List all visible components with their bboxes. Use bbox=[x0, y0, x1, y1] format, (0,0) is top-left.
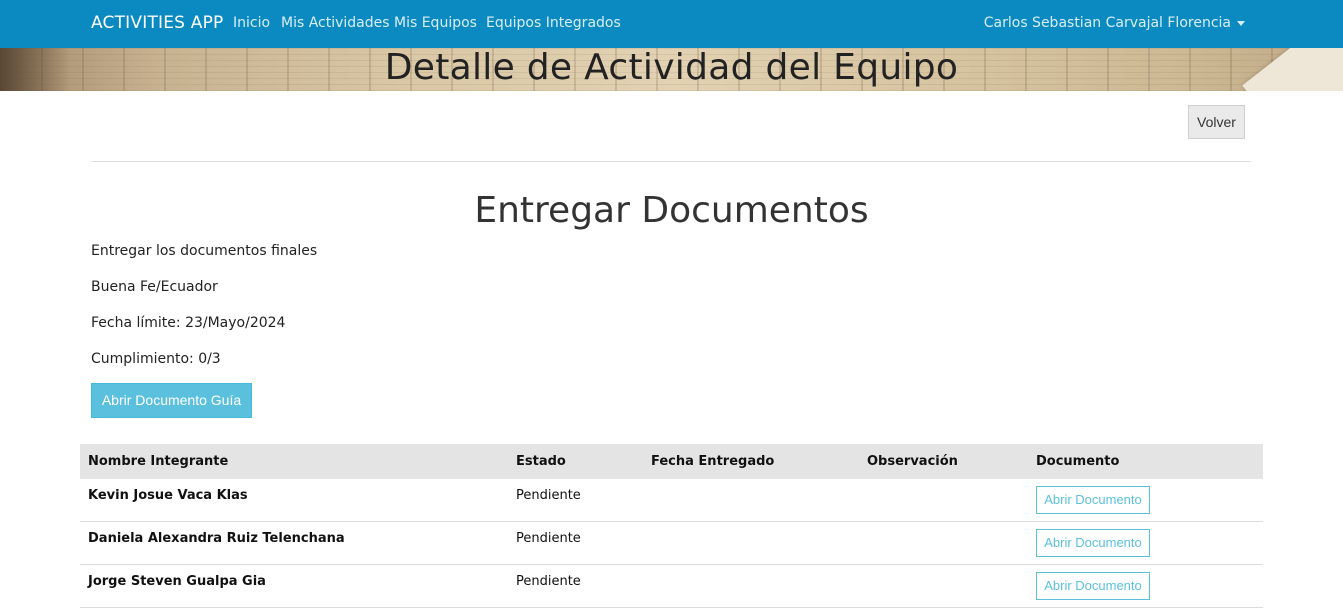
nav-link-mis-equipos[interactable]: Mis Equipos bbox=[394, 15, 477, 31]
member-name: Jorge Steven Gualpa Gia bbox=[88, 574, 266, 589]
user-menu[interactable]: Carlos Sebastian Carvajal Florencia bbox=[984, 15, 1245, 31]
table-row: Jorge Steven Gualpa Gia Pendiente Abrir … bbox=[80, 565, 1263, 608]
header-fecha-entregado: Fecha Entregado bbox=[651, 454, 775, 469]
nav-link-inicio[interactable]: Inicio bbox=[233, 15, 270, 31]
divider bbox=[91, 161, 1251, 162]
open-document-button[interactable]: Abrir Documento bbox=[1036, 529, 1150, 557]
back-button[interactable]: Volver bbox=[1188, 105, 1245, 139]
member-status: Pendiente bbox=[516, 488, 581, 503]
activity-deadline: Fecha límite: 23/Mayo/2024 bbox=[91, 315, 286, 331]
top-navbar: ACTIVITIES APP Inicio Mis Actividades Mi… bbox=[0, 0, 1343, 48]
header-estado: Estado bbox=[516, 454, 566, 469]
activity-location: Buena Fe/Ecuador bbox=[91, 279, 218, 295]
page-title: Detalle de Actividad del Equipo bbox=[384, 48, 959, 88]
header-documento: Documento bbox=[1036, 454, 1120, 469]
header-observacion: Observación bbox=[867, 454, 958, 469]
members-table: Nombre Integrante Estado Fecha Entregado… bbox=[80, 444, 1263, 608]
caret-down-icon bbox=[1237, 20, 1245, 26]
member-status: Pendiente bbox=[516, 574, 581, 589]
open-document-button[interactable]: Abrir Documento bbox=[1036, 572, 1150, 600]
nav-link-equipos-integrados[interactable]: Equipos Integrados bbox=[486, 15, 621, 31]
table-header: Nombre Integrante Estado Fecha Entregado… bbox=[80, 444, 1263, 479]
app-brand[interactable]: ACTIVITIES APP bbox=[91, 13, 224, 33]
member-name: Kevin Josue Vaca Klas bbox=[88, 488, 248, 503]
header-nombre-integrante: Nombre Integrante bbox=[88, 454, 229, 469]
activity-description: Entregar los documentos finales bbox=[91, 243, 318, 259]
open-document-button[interactable]: Abrir Documento bbox=[1036, 486, 1150, 514]
activity-completion: Cumplimiento: 0/3 bbox=[91, 351, 221, 367]
member-name: Daniela Alexandra Ruiz Telenchana bbox=[88, 531, 345, 546]
open-guide-document-button[interactable]: Abrir Documento Guía bbox=[91, 383, 252, 418]
table-row: Kevin Josue Vaca Klas Pendiente Abrir Do… bbox=[80, 479, 1263, 522]
user-name: Carlos Sebastian Carvajal Florencia bbox=[983, 15, 1231, 31]
nav-link-mis-actividades[interactable]: Mis Actividades bbox=[281, 15, 390, 31]
table-row: Daniela Alexandra Ruiz Telenchana Pendie… bbox=[80, 522, 1263, 565]
page-banner: Detalle de Actividad del Equipo bbox=[0, 48, 1343, 91]
member-status: Pendiente bbox=[516, 531, 581, 546]
activity-title: Entregar Documentos bbox=[474, 190, 869, 231]
